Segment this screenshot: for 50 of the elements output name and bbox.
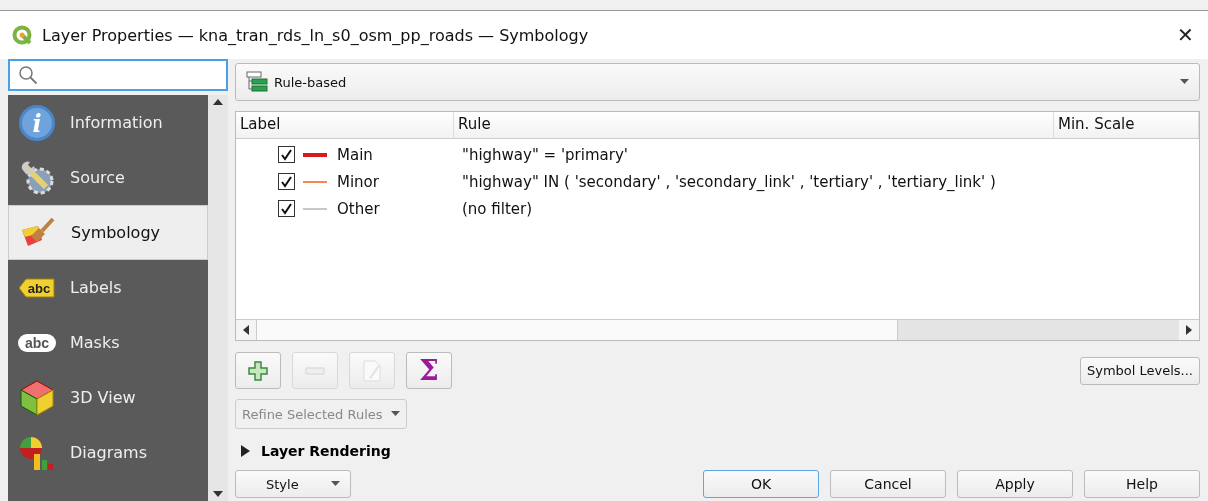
rule-expression: "highway" IN ( 'secondary' , 'secondary_link' , 'tertiary' , 'tertiary_link' ) [461,172,997,191]
search-field[interactable] [8,59,228,91]
close-button[interactable]: ✕ [1173,23,1198,47]
caret-icon [390,411,400,417]
sigma-rule-button[interactable]: Σ [406,352,452,389]
column-header[interactable]: Rule [454,112,1054,138]
scroll-left-icon[interactable] [243,325,249,335]
rule-expression: (no filter) [461,199,534,218]
pencil-icon [361,358,383,383]
caret-icon [331,481,340,487]
column-header[interactable]: Min. Scale [1054,112,1199,138]
dialog-button[interactable]: OK [703,470,819,498]
app-logo-icon [12,25,32,45]
checkbox[interactable] [278,146,295,163]
search-icon [18,65,38,85]
sidebar-item[interactable]: Source [8,150,208,205]
scrollbar-thumb[interactable] [256,320,898,340]
add-rule-button[interactable] [235,352,281,389]
rule-layers-icon [246,71,268,93]
rule-label: Minor [336,172,379,191]
sidebar-item[interactable]: Diagrams [8,425,208,480]
style-dropdown[interactable]: Style [235,470,351,498]
scroll-right-icon[interactable] [1186,325,1192,335]
label-tag-icon: abc [18,276,56,299]
column-header[interactable]: Label [236,112,454,138]
scroll-down-icon[interactable] [213,491,223,497]
renderer-dropdown[interactable]: Rule-based [235,63,1200,101]
dialog-button[interactable]: Cancel [830,470,946,498]
checkbox[interactable] [278,173,295,190]
sidebar-item[interactable]: i Information [8,95,208,150]
cube-icon [18,378,56,417]
sidebar-item[interactable]: abc Labels [8,260,208,315]
sidebar-item[interactable]: abc Masks [8,315,208,370]
dialog-button[interactable]: Help [1084,470,1200,498]
abc-outline-icon: abc [17,331,57,354]
scroll-up-icon[interactable] [213,99,223,105]
rule-expression: "highway" = 'primary' [461,145,629,164]
info-icon: i [18,103,56,142]
symbol-levels-button[interactable]: Symbol Levels... [1079,356,1200,385]
layer-rendering-toggle[interactable]: Layer Rendering [235,443,1200,459]
sidebar-item[interactable]: 3D View [8,370,208,425]
rule-label: Other [336,199,380,218]
window-title: Layer Properties — kna_tran_rds_ln_s0_osm_pp_roads — Symbology [42,25,590,45]
sidebar-item[interactable]: Symbology [8,205,208,260]
expand-arrow-icon [241,445,251,457]
rule-label: Main [336,145,373,164]
dialog-button[interactable]: Apply [957,470,1073,498]
checkbox[interactable] [278,200,295,217]
caret-icon [1180,79,1189,85]
plus-icon [247,359,269,382]
